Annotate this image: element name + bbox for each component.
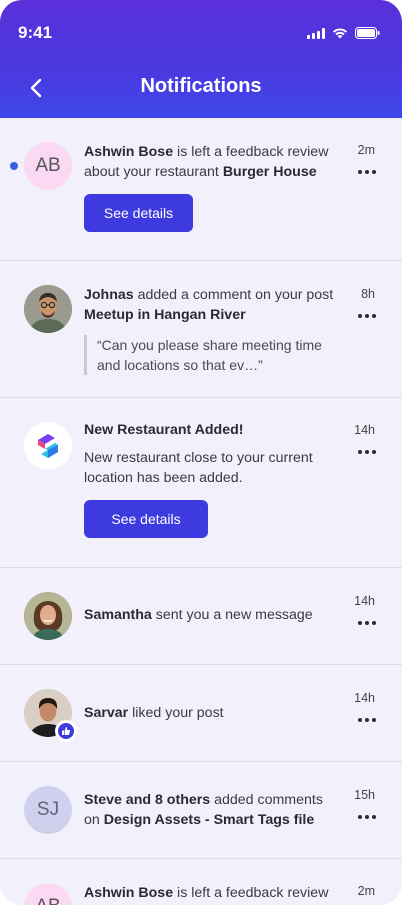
timestamp: 15h	[354, 788, 375, 802]
timestamp: 2m	[357, 884, 375, 898]
cellular-signal-icon	[307, 27, 325, 39]
actor-name: Ashwin Bose	[84, 144, 174, 160]
wifi-icon	[332, 28, 348, 39]
avatar: SJ	[24, 786, 72, 834]
notification-item[interactable]: AB Ashwin Bose is left a feedback review…	[0, 859, 402, 905]
notification-text: Sarvar liked your post	[84, 703, 334, 723]
actor-name: Ashwin Bose	[84, 885, 174, 901]
notification-text: Ashwin Bose is left a feedback review	[84, 883, 334, 903]
profile-photo-icon	[24, 592, 72, 640]
avatar-initials: AB	[35, 155, 61, 176]
timestamp: 8h	[361, 287, 375, 301]
notification-title: New Restaurant Added!	[84, 422, 244, 438]
page-title: Notifications	[140, 75, 262, 97]
restaurant-logo-icon	[24, 422, 72, 470]
notification-text: Steve and 8 others added comments on Des…	[84, 790, 334, 830]
notification-object: Burger House	[222, 164, 317, 180]
see-details-button[interactable]: See details	[84, 500, 208, 538]
avatar-initials: SJ	[36, 799, 60, 820]
actor-name: Samantha	[84, 607, 152, 623]
thumbs-up-icon	[62, 727, 71, 735]
status-time: 9:41	[18, 23, 53, 42]
more-options-button[interactable]	[358, 314, 376, 318]
actor-name: Steve and 8 others	[84, 792, 211, 808]
timestamp: 14h	[354, 691, 375, 705]
actor-name: Johnas	[84, 287, 134, 303]
notification-text: Johnas added a comment on your post Meet…	[84, 285, 334, 325]
avatar	[24, 592, 72, 640]
notification-item[interactable]: Samantha sent you a new message 14h	[0, 568, 402, 665]
notification-item[interactable]: Sarvar liked your post 14h	[0, 665, 402, 762]
status-icons	[307, 27, 380, 39]
more-options-button[interactable]	[358, 621, 376, 625]
notification-object: Meetup in Hangan River	[84, 307, 246, 323]
battery-icon	[355, 27, 380, 39]
timestamp: 14h	[354, 594, 375, 608]
header-bar: 9:41 Notifications	[0, 0, 402, 118]
avatar	[24, 285, 72, 333]
avatar	[24, 422, 72, 470]
timestamp: 14h	[354, 423, 375, 437]
avatar: AB	[24, 883, 72, 905]
see-details-button[interactable]: See details	[84, 194, 193, 232]
notification-item[interactable]: AB Ashwin Bose is left a feedback review…	[0, 118, 402, 261]
notification-item[interactable]: SJ Steve and 8 others added comments on …	[0, 762, 402, 859]
more-options-button[interactable]	[358, 718, 376, 722]
unread-indicator	[10, 162, 18, 170]
notification-message: sent you a new message	[151, 607, 313, 623]
notification-object: Design Assets - Smart Tags file	[103, 812, 315, 828]
avatar-initials: AB	[35, 896, 60, 905]
like-badge	[55, 720, 77, 742]
notification-text: Samantha sent you a new message	[84, 605, 334, 625]
notification-body: New restaurant close to your current loc…	[84, 450, 313, 486]
notification-text: New Restaurant Added!	[84, 420, 334, 440]
notification-list: AB Ashwin Bose is left a feedback review…	[0, 118, 402, 905]
comment-quote: “Can you please share meeting time and l…	[84, 335, 334, 375]
actor-name: Sarvar	[84, 705, 129, 721]
notification-message: is left a feedback review	[173, 885, 329, 901]
timestamp: 2m	[357, 143, 375, 157]
profile-photo-icon	[24, 285, 72, 333]
notifications-screen: 9:41 Notifications AB Ashwin Bose is lef…	[0, 0, 402, 905]
notification-message: liked your post	[128, 705, 224, 721]
notification-item[interactable]: New Restaurant Added! New restaurant clo…	[0, 398, 402, 568]
notification-item[interactable]: Johnas added a comment on your post Meet…	[0, 261, 402, 398]
avatar	[24, 689, 77, 742]
more-options-button[interactable]	[358, 450, 376, 454]
more-options-button[interactable]	[358, 170, 376, 174]
more-options-button[interactable]	[358, 815, 376, 819]
notification-message: added a comment on your post	[133, 287, 334, 303]
avatar: AB	[24, 142, 72, 190]
notification-text: Ashwin Bose is left a feedback review ab…	[84, 142, 334, 182]
